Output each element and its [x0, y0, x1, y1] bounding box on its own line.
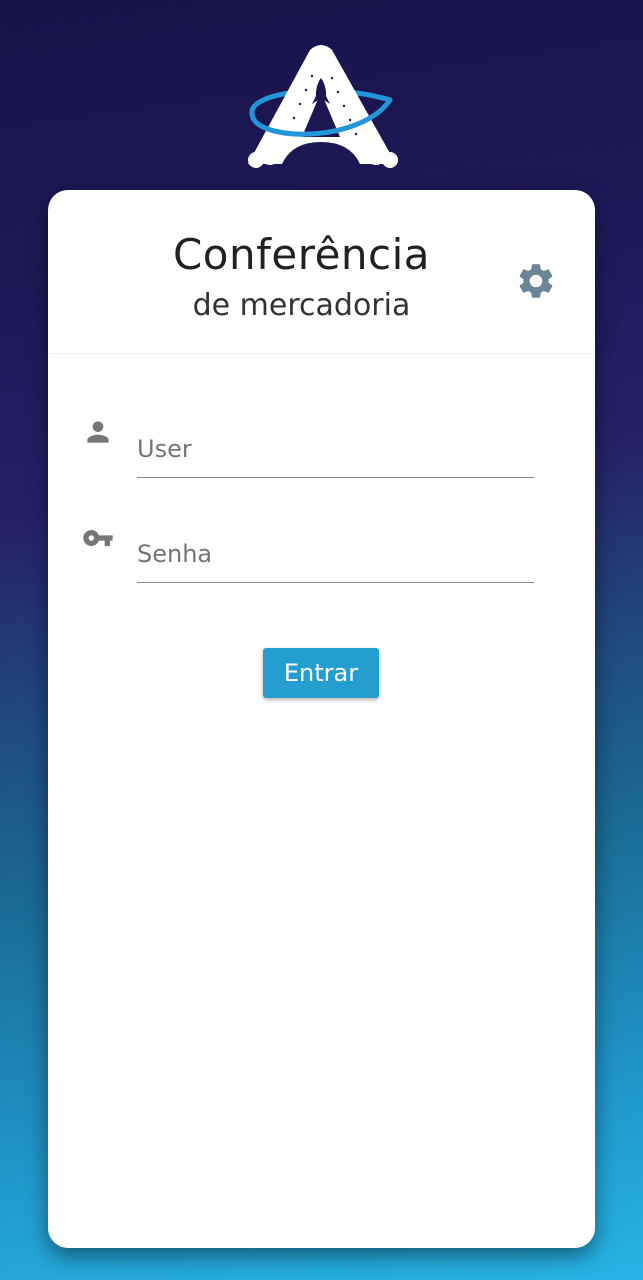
user-field[interactable] [137, 417, 534, 478]
page-subtitle: de mercadoria [192, 288, 411, 323]
login-button[interactable]: Entrar [263, 648, 379, 698]
key-icon [83, 530, 113, 546]
user-input[interactable] [137, 435, 527, 463]
rocket-logo-icon [248, 45, 398, 168]
page-title: Conferência [172, 230, 431, 279]
gear-icon[interactable] [515, 260, 557, 302]
password-field[interactable] [137, 522, 534, 583]
card-header: Conferência de mercadoria [48, 190, 595, 354]
login-card: Conferência de mercadoria Entrar [48, 190, 595, 1248]
person-icon [87, 421, 109, 443]
password-input[interactable] [137, 540, 527, 568]
